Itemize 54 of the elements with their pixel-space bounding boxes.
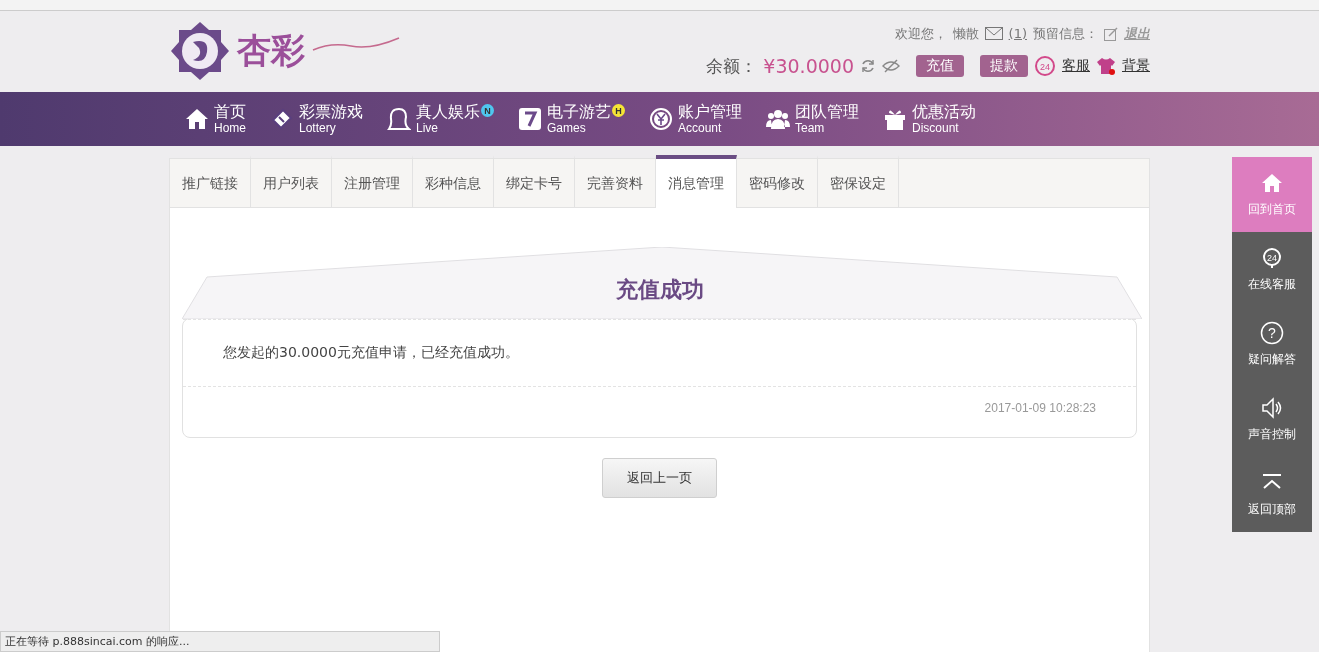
customer-service-link[interactable]: 客服 bbox=[1062, 57, 1090, 75]
deposit-button[interactable]: 充值 bbox=[916, 55, 964, 77]
tab[interactable]: 密保设定 bbox=[818, 155, 899, 207]
shirt-icon[interactable] bbox=[1096, 57, 1116, 75]
reserved-info-label: 预留信息： bbox=[1033, 24, 1098, 43]
message-time: 2017-01-09 10:28:23 bbox=[983, 400, 1097, 417]
nav-item[interactable]: 优惠活动 Discount bbox=[867, 104, 984, 134]
speaker-icon bbox=[1260, 396, 1284, 420]
nav-item[interactable]: 真人娱乐 Live N bbox=[371, 104, 502, 134]
message-count-link[interactable]: (1) bbox=[1008, 26, 1027, 41]
ticket-icon bbox=[270, 107, 294, 131]
question-icon: ? bbox=[1260, 321, 1284, 345]
nav-badge: N bbox=[481, 104, 494, 117]
username: 懒散 bbox=[952, 24, 979, 43]
balance-amount: ¥30.0000 bbox=[763, 55, 854, 77]
status-bar: 正在等待 p.888sincai.com 的响应... bbox=[0, 631, 440, 652]
home-icon bbox=[185, 107, 209, 131]
nav-item[interactable]: 电子游艺 Games H bbox=[502, 104, 633, 134]
woman-head-icon bbox=[387, 107, 411, 131]
tab[interactable]: 密码修改 bbox=[737, 155, 818, 207]
tab[interactable]: 推广链接 bbox=[170, 155, 251, 207]
logo-icon bbox=[169, 20, 231, 82]
tab[interactable]: 用户列表 bbox=[251, 155, 332, 207]
refresh-icon[interactable] bbox=[860, 58, 876, 74]
nav-item[interactable]: 团队管理 Team bbox=[750, 104, 867, 134]
nav-badge: H bbox=[612, 104, 625, 117]
edit-icon[interactable] bbox=[1104, 26, 1118, 41]
tab[interactable]: 绑定卡号 bbox=[494, 155, 575, 207]
side-menu-item[interactable]: 返回顶部 bbox=[1232, 457, 1312, 532]
yen-coin-icon bbox=[649, 107, 673, 131]
message-body: 您发起的30.0000元充值申请，已经充值成功。 bbox=[183, 319, 1136, 387]
mail-icon[interactable] bbox=[984, 27, 1003, 40]
home-icon bbox=[1260, 171, 1284, 195]
nav-item[interactable]: 首页 Home bbox=[169, 104, 254, 134]
back-button[interactable]: 返回上一页 bbox=[602, 458, 717, 498]
slogan-squiggle-icon bbox=[311, 34, 401, 54]
tab[interactable]: 彩种信息 bbox=[413, 155, 494, 207]
side-menu-item[interactable]: 24 在线客服 bbox=[1232, 232, 1312, 307]
balance-label: 余额： bbox=[706, 54, 758, 78]
tab[interactable]: 消息管理 bbox=[656, 155, 737, 208]
hide-eye-icon[interactable] bbox=[882, 59, 900, 73]
welcome-text: 欢迎您， bbox=[894, 24, 947, 43]
nav-item[interactable]: 彩票游戏 Lottery bbox=[254, 104, 371, 134]
withdraw-button[interactable]: 提款 bbox=[980, 55, 1028, 77]
tab[interactable]: 注册管理 bbox=[332, 155, 413, 207]
side-menu-item[interactable]: ? 疑问解答 bbox=[1232, 307, 1312, 382]
background-link[interactable]: 背景 bbox=[1122, 57, 1150, 75]
seven-icon bbox=[518, 107, 542, 131]
logo-text[interactable]: 杏彩 bbox=[237, 28, 305, 74]
headset-24-icon[interactable]: 24 bbox=[1034, 55, 1056, 77]
nav-item[interactable]: 账户管理 Account bbox=[633, 104, 750, 134]
people-icon bbox=[766, 107, 790, 131]
side-menu-item[interactable]: 声音控制 bbox=[1232, 382, 1312, 457]
message-title: 充值成功 bbox=[614, 276, 705, 304]
